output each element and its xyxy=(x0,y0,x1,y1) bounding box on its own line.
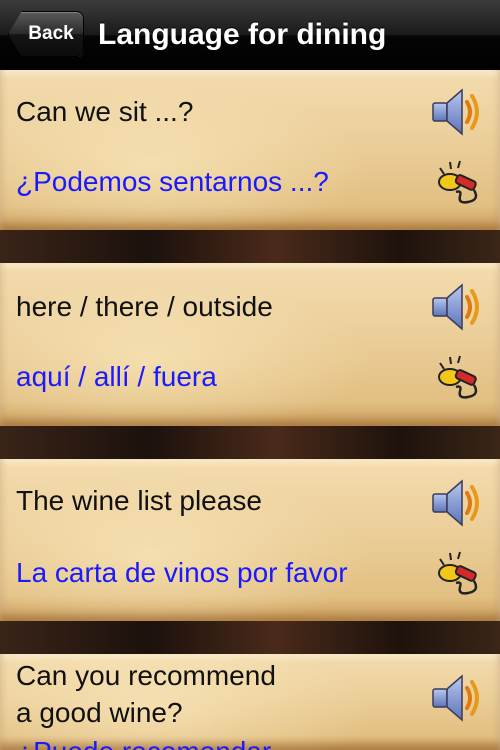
phrase-card: Can we sit ...? ¿Podemos sentarnos ...? xyxy=(0,70,500,230)
speaker-icon[interactable] xyxy=(430,279,486,335)
english-phrase-line1: Can you recommend xyxy=(16,660,276,691)
english-row: Can you recommend a good wine? ¿Puede re… xyxy=(0,654,500,750)
microphone-icon[interactable] xyxy=(430,547,486,603)
english-phrase: Can we sit ...? xyxy=(16,96,194,127)
spanish-row: aquí / allí / fuera xyxy=(0,343,500,413)
spanish-phrase: ¿Podemos sentarnos ...? xyxy=(16,166,329,197)
english-phrase-line2: a good wine? xyxy=(16,697,183,728)
speaker-icon[interactable] xyxy=(430,670,486,726)
navigation-bar: Back Language for dining xyxy=(0,0,500,71)
phrase-card: Can you recommend a good wine? ¿Puede re… xyxy=(0,654,500,750)
english-phrase: The wine list please xyxy=(16,485,262,516)
phrase-card: The wine list please La carta de vinos p… xyxy=(0,459,500,621)
microphone-icon[interactable] xyxy=(430,351,486,407)
speaker-icon[interactable] xyxy=(430,475,486,531)
spanish-phrase: ¿Puede recomendar xyxy=(16,734,271,750)
english-phrase: here / there / outside xyxy=(16,291,273,322)
english-row: Can we sit ...? xyxy=(0,76,500,146)
spanish-phrase: aquí / allí / fuera xyxy=(16,361,217,392)
spanish-phrase: La carta de vinos por favor xyxy=(16,557,348,588)
page-title: Language for dining xyxy=(98,18,387,51)
spanish-row: ¿Podemos sentarnos ...? xyxy=(0,150,500,220)
microphone-icon[interactable] xyxy=(430,156,486,212)
speaker-icon[interactable] xyxy=(430,84,486,140)
back-button[interactable]: Back xyxy=(8,11,84,57)
english-row: here / there / outside xyxy=(0,269,500,339)
spanish-row: La carta de vinos por favor xyxy=(0,539,500,609)
english-row: The wine list please xyxy=(0,465,500,535)
phrase-card: here / there / outside aquí / allí / fue… xyxy=(0,263,500,426)
